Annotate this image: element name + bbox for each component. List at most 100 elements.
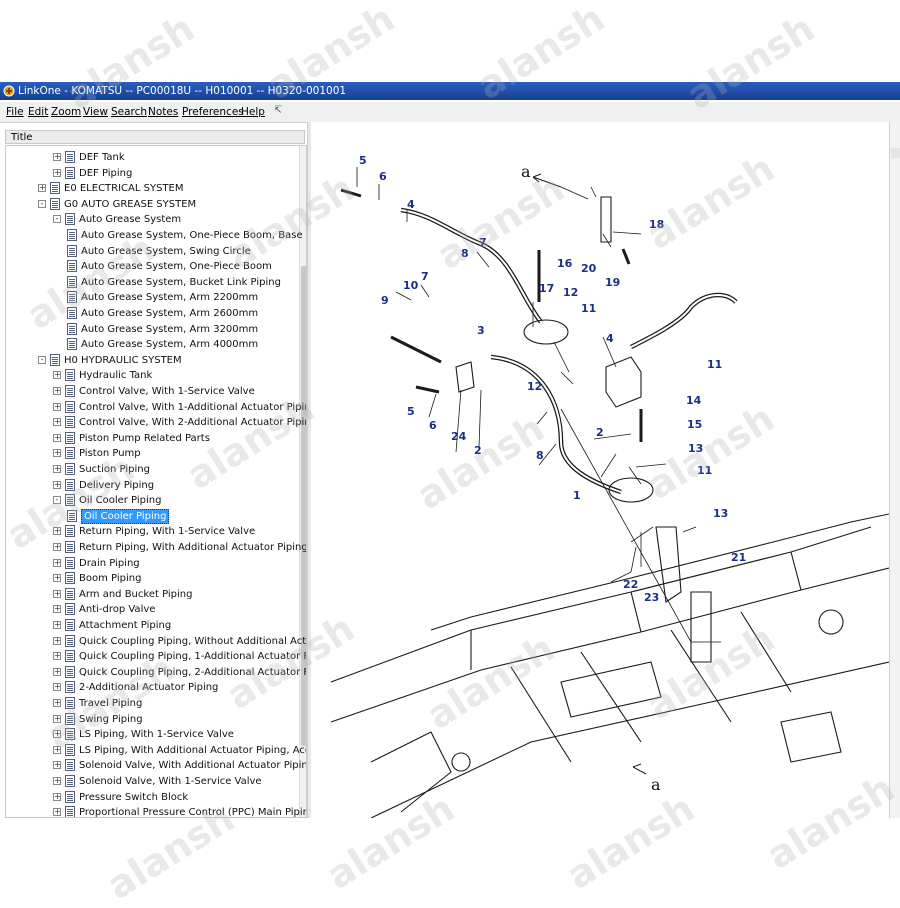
tree-row[interactable]: + Control Valve, With 2-Additional Actuat…	[6, 415, 306, 430]
tree-row-label[interactable]: Solenoid Valve, With Additional Actuator…	[79, 758, 306, 773]
expand-icon[interactable]: +	[53, 558, 61, 567]
tree-row[interactable]: + Pressure Switch Block	[6, 790, 298, 805]
part-callout[interactable]: 24	[451, 430, 467, 443]
expand-icon[interactable]: +	[53, 543, 61, 551]
tree-row-label[interactable]: Piston Pump	[79, 446, 141, 461]
expand-icon[interactable]: +	[53, 808, 61, 817]
tree-row-label[interactable]: Proportional Pressure Control (PPC) Main…	[79, 805, 306, 817]
tree-row[interactable]: - H0 HYDRAULIC SYSTEM	[6, 353, 298, 368]
tree-row-label[interactable]: Piston Pump Related Parts	[79, 431, 210, 446]
part-callout[interactable]: 15	[687, 418, 702, 431]
part-callout[interactable]: 14	[686, 394, 702, 407]
tree-row[interactable]: Auto Grease System, Arm 2600mm	[6, 306, 298, 321]
part-callout[interactable]: 2	[596, 426, 604, 439]
expand-icon[interactable]: +	[53, 667, 61, 676]
tree-row-label[interactable]: Travel Piping	[79, 696, 142, 711]
expand-icon[interactable]: +	[53, 792, 61, 801]
expand-icon[interactable]: +	[53, 683, 61, 692]
expand-icon[interactable]: +	[53, 480, 61, 489]
tree-row-label[interactable]: Auto Grease System, One-Piece Boom	[81, 259, 272, 274]
expand-icon[interactable]: +	[38, 184, 46, 193]
tree-row-label[interactable]: Swing Piping	[79, 712, 143, 727]
tree-row[interactable]: +2-Additional Actuator Piping	[6, 680, 298, 695]
tree-row-label[interactable]: Auto Grease System, Arm 3200mm	[81, 322, 258, 337]
tree-row[interactable]: - Oil Cooler Piping	[6, 493, 298, 508]
tree-row[interactable]: + DEF Tank	[6, 150, 298, 165]
part-callout[interactable]: 5	[359, 154, 367, 167]
tree-row[interactable]: + Swing Piping	[6, 712, 298, 727]
tree-row[interactable]: Auto Grease System, Arm 3200mm	[6, 322, 298, 337]
tree-row-label[interactable]: Solenoid Valve, With 1-Service Valve	[79, 774, 262, 789]
tree-row[interactable]: + Proportional Pressure Control (PPC) Mai…	[6, 805, 306, 817]
tree-row-label[interactable]: Delivery Piping	[79, 478, 154, 493]
tree-row[interactable]: + DEF Piping	[6, 166, 298, 181]
part-callout[interactable]: 5	[407, 405, 415, 418]
tree-row[interactable]: + Piston Pump	[6, 446, 298, 461]
tree-row[interactable]: + Quick Coupling Piping, Without Addition…	[6, 634, 306, 649]
tree-column-header[interactable]: Title	[5, 130, 305, 144]
menu-file[interactable]: File	[6, 106, 24, 118]
collapse-icon[interactable]: -	[53, 496, 61, 505]
tree-row[interactable]: + Boom Piping	[6, 571, 298, 586]
expand-icon[interactable]: +	[53, 777, 61, 785]
tree-row-label[interactable]: Quick Coupling Piping, 2-Additional Actu…	[79, 665, 306, 680]
expand-icon[interactable]: +	[53, 714, 61, 723]
part-callout[interactable]: 6	[429, 419, 437, 432]
tree-row-label[interactable]: Auto Grease System, Swing Circle	[81, 244, 251, 259]
part-callout[interactable]: 3	[477, 324, 485, 337]
tree-row[interactable]: Oil Cooler Piping	[6, 508, 298, 524]
tree-row-label[interactable]: Return Piping, With Additional Actuator …	[79, 540, 306, 555]
part-callout[interactable]: 13	[688, 442, 703, 455]
tree-row[interactable]: + Arm and Bucket Piping	[6, 587, 298, 602]
tree-row[interactable]: + Solenoid Valve, With 1-Service Valve	[6, 774, 298, 789]
tree-row-label[interactable]: Auto Grease System, Arm 2600mm	[81, 306, 258, 321]
tree-row-label[interactable]: E0 ELECTRICAL SYSTEM	[64, 181, 184, 196]
tree-row-label[interactable]: Auto Grease System	[79, 212, 181, 227]
expand-icon[interactable]: +	[53, 761, 61, 770]
tree-row[interactable]: + Control Valve, With 1-Service Valve	[6, 384, 298, 399]
tree-row[interactable]: + Quick Coupling Piping, 2-Additional Act…	[6, 665, 306, 680]
part-callout[interactable]: 12	[527, 380, 542, 393]
tree-row-label[interactable]: Quick Coupling Piping, Without Additiona…	[79, 634, 306, 649]
part-callout[interactable]: 20	[581, 262, 597, 275]
part-callout[interactable]: 7	[421, 270, 429, 283]
tree-row[interactable]: - Auto Grease System	[6, 212, 298, 227]
part-callout[interactable]: 13	[713, 507, 728, 520]
tree-row-label[interactable]: Oil Cooler Piping	[79, 493, 161, 508]
expand-icon[interactable]: +	[53, 168, 61, 177]
collapse-icon[interactable]: -	[38, 199, 46, 208]
tree-row[interactable]: Auto Grease System, One-Piece Boom, Base…	[6, 228, 306, 243]
tree-row[interactable]: + E0 ELECTRICAL SYSTEM	[6, 181, 298, 196]
expand-icon[interactable]: +	[53, 699, 61, 707]
tree-row[interactable]: + Suction Piping	[6, 462, 298, 477]
tree-row[interactable]: + Attachment Piping	[6, 618, 298, 633]
part-callout[interactable]: 10	[403, 279, 419, 292]
tree-row[interactable]: Auto Grease System, One-Piece Boom	[6, 259, 298, 274]
part-callout[interactable]: 19	[605, 276, 620, 289]
tree-row-label[interactable]: DEF Piping	[79, 166, 132, 181]
tree-row[interactable]: + Return Piping, With Additional Actuator…	[6, 540, 306, 555]
tree-row-label[interactable]: Oil Cooler Piping	[81, 508, 170, 524]
expand-icon[interactable]: +	[53, 465, 61, 473]
expand-icon[interactable]: +	[53, 153, 61, 161]
tree-row-label[interactable]: Control Valve, With 1-Additional Actuato…	[79, 400, 306, 415]
tree-row-label[interactable]: Control Valve, With 2-Additional Actuato…	[79, 415, 306, 430]
part-callout[interactable]: 11	[697, 464, 712, 477]
part-callout[interactable]: 22	[623, 578, 638, 591]
expand-icon[interactable]: +	[53, 449, 61, 458]
part-callout[interactable]: 9	[381, 294, 389, 307]
expand-icon[interactable]: +	[53, 433, 61, 442]
part-callout[interactable]: 7	[479, 236, 487, 249]
tree-row-label[interactable]: DEF Tank	[79, 150, 125, 165]
part-callout[interactable]: 2	[474, 444, 482, 457]
menu-notes[interactable]: Notes	[148, 106, 178, 118]
tree-row-label[interactable]: LS Piping, With Additional Actuator Pipi…	[79, 743, 306, 758]
part-callout[interactable]: 11	[581, 302, 596, 315]
tree-row-label[interactable]: Attachment Piping	[79, 618, 171, 633]
expand-icon[interactable]: +	[53, 745, 61, 754]
tree-row-label[interactable]: G0 AUTO GREASE SYSTEM	[64, 197, 196, 212]
tree-row[interactable]: + LS Piping, With Additional Actuator Pip…	[6, 743, 306, 758]
tree-row-label[interactable]: H0 HYDRAULIC SYSTEM	[64, 353, 182, 368]
tree-row[interactable]: + Drain Piping	[6, 556, 298, 571]
tree-row-label[interactable]: Quick Coupling Piping, 1-Additional Actu…	[79, 649, 306, 664]
